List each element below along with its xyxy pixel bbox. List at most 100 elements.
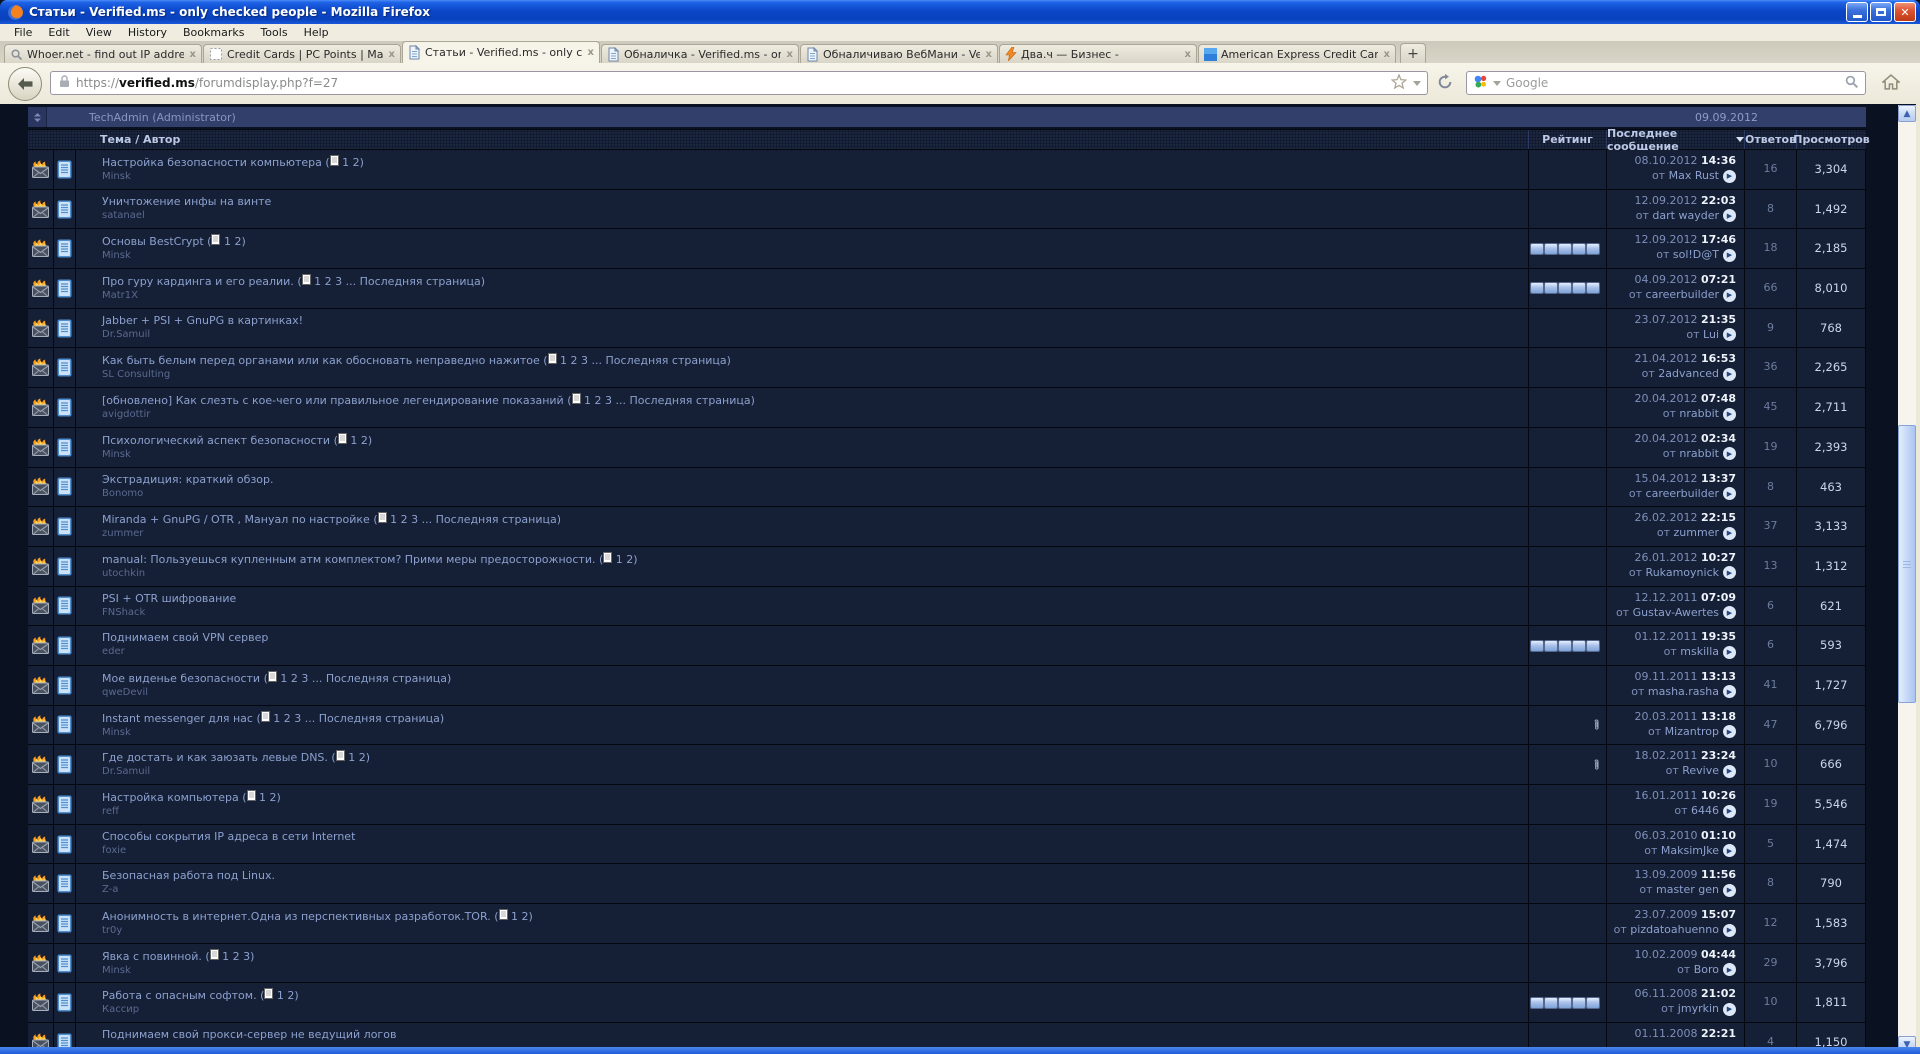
last-post-user-link[interactable]: MaksimJke [1661, 844, 1719, 857]
last-post-user-link[interactable]: jmyrkin [1678, 1002, 1719, 1015]
column-header-views[interactable]: Просмотров [1793, 130, 1870, 149]
column-header-topic[interactable]: Тема / Автор [28, 130, 1528, 149]
tab-3-active[interactable]: Статьи - Verified.ms - only checked peop… [402, 41, 600, 63]
refresh-icon[interactable] [1437, 74, 1453, 93]
menu-item-history[interactable]: History [120, 25, 175, 40]
thread-pages-links[interactable]: ( 1 2) [491, 909, 533, 923]
last-post-user-link[interactable]: 6446 [1691, 804, 1719, 817]
tab-close-icon[interactable]: x [1183, 49, 1191, 60]
tab-6[interactable]: Два.ч — Бизнес - x [999, 44, 1197, 63]
last-post-user-link[interactable]: Lui [1703, 328, 1719, 341]
goto-last-post-icon[interactable]: ▶ [1723, 566, 1736, 580]
last-post-user-link[interactable]: Max Rust [1669, 169, 1719, 182]
thread-title-link[interactable]: Miranda + GnuPG / OTR , Мануал по настро… [102, 513, 370, 526]
tab-7[interactable]: American Express Credit Cards, Rewards..… [1198, 44, 1396, 63]
tab-1[interactable]: Whoer.net - find out IP address: lite ve… [4, 44, 202, 63]
tab-close-icon[interactable]: x [586, 47, 594, 58]
thread-title-link[interactable]: Психологический аспект безопасности [102, 434, 330, 447]
thread-title-link[interactable]: [обновлено] Как слезть с кое-чего или пр… [102, 394, 564, 407]
goto-last-post-icon[interactable]: ▶ [1723, 248, 1736, 262]
goto-last-post-icon[interactable]: ▶ [1723, 883, 1736, 897]
thread-title-link[interactable]: Способы сокрытия IP адреса в сети Intern… [102, 830, 355, 843]
last-post-user-link[interactable]: Mizantrop [1665, 725, 1719, 738]
last-post-user-link[interactable]: pizdatoahuenno [1630, 923, 1719, 936]
goto-last-post-icon[interactable]: ▶ [1723, 447, 1736, 461]
thread-pages-links[interactable]: ( 1 2 3 ... Последняя страница) [564, 393, 755, 407]
goto-last-post-icon[interactable]: ▶ [1723, 923, 1736, 937]
new-tab-button[interactable]: + [1400, 43, 1426, 63]
last-post-user-link[interactable]: Boro [1694, 963, 1719, 976]
last-post-user-link[interactable]: careerbuilder [1646, 288, 1719, 301]
goto-last-post-icon[interactable]: ▶ [1723, 209, 1736, 223]
thread-pages-links[interactable]: ( 1 2) [257, 988, 299, 1002]
tab-close-icon[interactable]: x [387, 49, 395, 60]
goto-last-post-icon[interactable]: ▶ [1723, 963, 1736, 977]
last-post-user-link[interactable]: master gen [1656, 883, 1719, 896]
vertical-scrollbar[interactable]: ▲ ▼ [1898, 105, 1916, 1054]
menu-item-help[interactable]: Help [296, 25, 337, 40]
close-button[interactable]: ✕ [1894, 2, 1916, 22]
tab-5[interactable]: Обналичиваю ВебМани - Verified.ms - o...… [800, 44, 998, 63]
goto-last-post-icon[interactable]: ▶ [1723, 685, 1736, 699]
thread-title-link[interactable]: Instant messenger для нас [102, 712, 253, 725]
last-post-user-link[interactable]: Rukamoynick [1646, 566, 1719, 579]
column-header-rating[interactable]: Рейтинг [1528, 130, 1606, 149]
goto-last-post-icon[interactable]: ▶ [1723, 288, 1736, 302]
thread-title-link[interactable]: Уничтожение инфы на винте [102, 195, 271, 208]
search-icon[interactable] [1844, 74, 1859, 92]
column-header-replies[interactable]: Ответов [1744, 130, 1796, 149]
last-post-user-link[interactable]: zummer [1674, 526, 1719, 539]
goto-last-post-icon[interactable]: ▶ [1723, 844, 1736, 858]
thread-title-link[interactable]: manual: Пользуешься купленным атм компле… [102, 553, 595, 566]
goto-last-post-icon[interactable]: ▶ [1723, 169, 1736, 183]
last-post-user-link[interactable]: nrabbit [1679, 407, 1719, 420]
thread-pages-links[interactable]: ( 1 2 3 ... Последняя страница) [260, 670, 451, 685]
thread-title-link[interactable]: Работа с опасным софтом. [102, 989, 257, 1002]
goto-last-post-icon[interactable]: ▶ [1723, 407, 1736, 421]
thread-title-link[interactable]: Анонимность в интернет.Одна из перспекти… [102, 910, 491, 923]
maximize-button[interactable] [1870, 2, 1892, 22]
thread-title-link[interactable]: Jabber + PSI + GnuPG в картинках! [102, 314, 303, 327]
thread-title-link[interactable]: Поднимаем свой VPN сервер [102, 631, 268, 644]
thread-pages-links[interactable]: ( 1 2) [322, 155, 364, 169]
thread-title-link[interactable]: Мое виденье безопасности [102, 672, 260, 685]
menu-item-tools[interactable]: Tools [252, 25, 295, 40]
thread-title-link[interactable]: Как быть белым перед органами или как об… [102, 354, 540, 367]
thread-title-link[interactable]: Про гуру кардинга и его реалии. [102, 275, 294, 288]
tab-2[interactable]: Credit Cards | PC Points | MasterCard Ca… [203, 44, 401, 63]
tab-close-icon[interactable]: x [984, 49, 992, 60]
thread-pages-links[interactable]: ( 1 2 3) [202, 948, 254, 963]
goto-last-post-icon[interactable]: ▶ [1723, 487, 1736, 500]
thread-pages-links[interactable]: ( 1 2 3 ... Последняя страница) [540, 353, 731, 367]
goto-last-post-icon[interactable]: ▶ [1723, 526, 1736, 540]
back-button[interactable] [8, 67, 42, 101]
thread-pages-links[interactable]: ( 1 2) [595, 551, 638, 566]
menu-item-file[interactable]: File [6, 25, 40, 40]
minimize-button[interactable] [1846, 2, 1868, 22]
last-post-user-link[interactable]: nrabbit [1679, 447, 1719, 460]
menu-item-view[interactable]: View [78, 25, 120, 40]
thread-pages-links[interactable]: ( 1 2) [239, 790, 281, 804]
thread-title-link[interactable]: Где достать и как заюзать левые DNS. [102, 751, 328, 764]
column-header-last-post[interactable]: Последнее сообщение [1606, 127, 1744, 153]
collapse-icon[interactable] [28, 107, 47, 127]
goto-last-post-icon[interactable]: ▶ [1723, 764, 1736, 778]
scroll-up-button[interactable]: ▲ [1898, 105, 1916, 122]
search-engine-dropdown-icon[interactable] [1493, 80, 1501, 86]
goto-last-post-icon[interactable]: ▶ [1723, 606, 1736, 620]
goto-last-post-icon[interactable]: ▶ [1723, 725, 1736, 739]
thread-title-link[interactable]: Основы BestCrypt [102, 235, 204, 248]
url-dropdown-icon[interactable] [1413, 80, 1421, 86]
thread-pages-links[interactable]: ( 1 2 3 ... Последняя страница) [294, 274, 485, 288]
last-post-user-link[interactable]: Gustav-Awertes [1633, 606, 1719, 619]
last-post-user-link[interactable]: mskilla [1680, 645, 1719, 658]
goto-last-post-icon[interactable]: ▶ [1723, 645, 1736, 659]
thread-title-link[interactable]: Безопасная работа под Linux. [102, 869, 275, 882]
thread-title-link[interactable]: Экстрадиция: краткий обзор. [102, 473, 274, 486]
last-post-user-link[interactable]: dart wayder [1652, 209, 1719, 222]
goto-last-post-icon[interactable]: ▶ [1723, 328, 1736, 342]
search-box[interactable]: Google [1466, 71, 1866, 95]
scroll-thumb[interactable] [1898, 425, 1916, 703]
thread-pages-links[interactable]: ( 1 2) [328, 750, 370, 764]
last-post-user-link[interactable]: Revive [1682, 764, 1719, 777]
